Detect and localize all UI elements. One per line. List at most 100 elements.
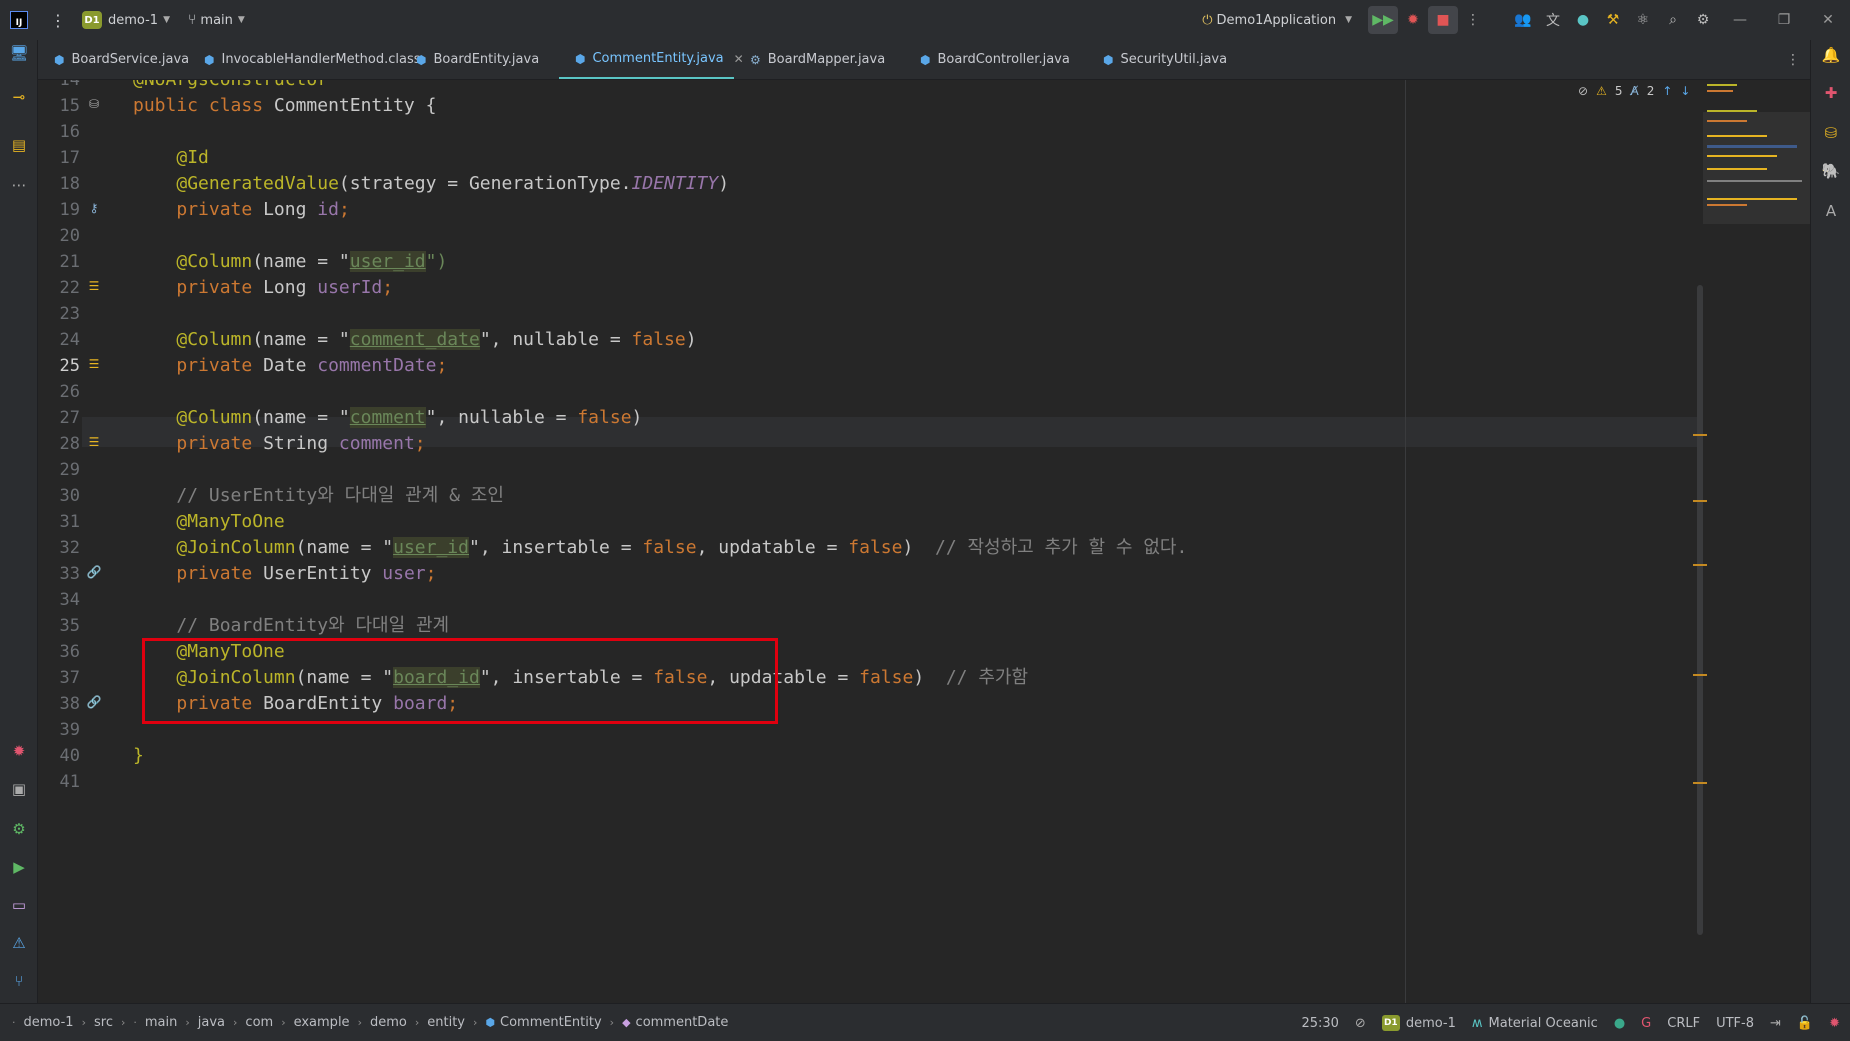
commit-icon[interactable]: ⊸ [0, 88, 38, 106]
plugin-tool-icon[interactable]: ✚ [1811, 84, 1850, 102]
terminal-icon[interactable]: ▭ [0, 896, 38, 914]
database-table-icon[interactable]: ⛁ [84, 97, 104, 111]
ai-assistant-icon[interactable]: ⚛ [1628, 6, 1658, 34]
search-icon[interactable]: ⌕ [1658, 6, 1688, 34]
git-icon[interactable]: ⑂ [0, 972, 38, 990]
minimap-line [1707, 155, 1777, 157]
stop-button[interactable]: ■ [1428, 6, 1458, 34]
run-tool-icon[interactable]: ▶ [0, 858, 38, 876]
services-icon[interactable]: ⚙ [0, 820, 38, 838]
editor-scrollbar[interactable] [1697, 285, 1703, 935]
chevron-right-icon: › [357, 1016, 362, 1029]
debug-icon[interactable]: ✹ [1398, 6, 1428, 34]
translate-icon[interactable]: 文 [1538, 6, 1568, 34]
relation-link-icon[interactable]: 🔗 [84, 565, 104, 579]
breadcrumb-item[interactable]: demo-1 [24, 1015, 74, 1030]
code-line-28: private String comment; [176, 433, 426, 454]
java-class-icon: ⬢ [485, 1016, 496, 1029]
breadcrumb-item[interactable]: commentDate [636, 1015, 729, 1030]
chevron-down-icon[interactable]: ▼ [1345, 15, 1352, 25]
tab-overflow-icon[interactable]: ⋮ [1786, 40, 1800, 80]
tab-board-mapper[interactable]: ⚙ BoardMapper.java [734, 40, 904, 79]
database-tool-icon[interactable]: ⛁ [1811, 124, 1850, 142]
restore-button[interactable]: ❐ [1762, 0, 1806, 40]
chevron-down-icon[interactable]: ▼ [163, 15, 170, 25]
problems-icon[interactable]: ⚠ [0, 934, 38, 952]
build-tools-icon[interactable]: ⚒ [1598, 6, 1628, 34]
breadcrumb-item[interactable]: java [198, 1015, 225, 1030]
run-button[interactable]: ▶▶ [1368, 6, 1398, 34]
previous-highlight-icon[interactable]: ↑ [1662, 84, 1672, 98]
warning-marker[interactable] [1693, 674, 1707, 676]
status-indicator-icon[interactable]: ● [1614, 1016, 1625, 1031]
warning-count[interactable]: 5 [1615, 84, 1623, 98]
read-only-toggle-icon[interactable]: ⊘ [1355, 1016, 1366, 1031]
project-selector[interactable]: demo-1 [108, 13, 158, 28]
branch-selector[interactable]: main [200, 13, 232, 28]
tab-board-service[interactable]: ⬢ BoardService.java [38, 40, 189, 79]
column-icon[interactable]: ☰ [84, 435, 104, 449]
breadcrumb-item[interactable]: CommentEntity [500, 1015, 602, 1030]
line-number: 22 [59, 278, 80, 298]
breadcrumb-item[interactable]: example [294, 1015, 350, 1030]
breadcrumb-item[interactable]: main [145, 1015, 177, 1030]
more-tools-icon[interactable]: ⋯ [0, 176, 38, 194]
debug-tool-icon[interactable]: ✹ [0, 742, 38, 760]
breadcrumb-item[interactable]: demo [370, 1015, 407, 1030]
column-icon[interactable]: ☰ [84, 357, 104, 371]
lock-icon[interactable]: 🔓 [1797, 1016, 1813, 1031]
inspection-widget[interactable]: ⊘ ⚠ 5 A̸ 2 ↑ ↓ [1578, 84, 1690, 98]
relation-link-icon[interactable]: 🔗 [84, 695, 104, 709]
warning-marker[interactable] [1693, 782, 1707, 784]
more-actions-icon[interactable]: ⋮ [1458, 6, 1488, 34]
breadcrumb-item[interactable]: src [94, 1015, 113, 1030]
tab-invocable-handler-method[interactable]: ⬢ InvocableHandlerMethod.class [188, 40, 421, 79]
project-badge[interactable]: D1 [82, 11, 102, 29]
warning-marker[interactable] [1693, 500, 1707, 502]
git-branch-icon[interactable]: ⑂ [188, 12, 196, 28]
minimap[interactable] [1703, 80, 1810, 225]
warning-marker[interactable] [1693, 434, 1707, 436]
tab-security-util[interactable]: ⬢ SecurityUtil.java [1087, 40, 1247, 79]
project-view-icon[interactable]: 🖥 [0, 44, 38, 62]
notifications-icon[interactable]: 🔔 [1811, 46, 1850, 64]
line-separator[interactable]: CRLF [1667, 1016, 1700, 1031]
database-icon[interactable]: ▣ [0, 780, 38, 798]
tab-board-entity[interactable]: ⬢ BoardEntity.java [400, 40, 559, 79]
plugin-icon[interactable]: ● [1568, 6, 1598, 34]
caret-position[interactable]: 25:30 [1301, 1016, 1338, 1031]
bug-icon[interactable]: ✹ [1829, 1016, 1840, 1031]
line-number: 20 [59, 226, 80, 246]
java-class-icon: ⬢ [204, 52, 215, 67]
breadcrumb-item[interactable]: entity [427, 1015, 465, 1030]
next-highlight-icon[interactable]: ↓ [1680, 84, 1690, 98]
chevron-right-icon: › [473, 1016, 478, 1029]
intellij-logo-icon[interactable]: IJ [10, 11, 28, 29]
breadcrumb-item[interactable]: com [245, 1015, 273, 1030]
primary-key-icon[interactable]: ⚷ [84, 201, 104, 215]
settings-icon[interactable]: ⚙ [1688, 6, 1718, 34]
tab-comment-entity[interactable]: ⬢ CommentEntity.java ✕ [559, 40, 744, 79]
google-icon[interactable]: G [1641, 1016, 1651, 1031]
theme-name[interactable]: Material Oceanic [1489, 1016, 1598, 1031]
line-number: 35 [59, 616, 80, 636]
gradle-icon[interactable]: 🐘 [1811, 162, 1850, 180]
close-window-button[interactable]: ✕ [1806, 0, 1850, 40]
indent-icon[interactable]: ⇥ [1770, 1016, 1781, 1031]
annotation-highlight-box [142, 638, 778, 724]
code-with-me-icon[interactable]: 👥 [1508, 6, 1538, 34]
minimize-button[interactable]: — [1718, 0, 1762, 40]
minimap-line [1707, 204, 1747, 206]
typo-count[interactable]: 2 [1647, 84, 1655, 98]
hide-inspections-icon[interactable]: ⊘ [1578, 84, 1588, 98]
run-config-selector[interactable]: Demo1Application [1217, 13, 1337, 28]
tab-board-controller[interactable]: ⬢ BoardController.java [904, 40, 1087, 79]
structure-icon[interactable]: ▤ [0, 136, 38, 154]
warning-marker[interactable] [1693, 564, 1707, 566]
column-icon[interactable]: ☰ [84, 279, 104, 293]
main-menu-icon[interactable]: ⋮ [50, 11, 66, 30]
project-name[interactable]: demo-1 [1406, 1016, 1456, 1031]
file-encoding[interactable]: UTF-8 [1716, 1016, 1754, 1031]
translation-tool-icon[interactable]: A [1811, 202, 1850, 220]
chevron-down-icon[interactable]: ▼ [238, 15, 245, 25]
